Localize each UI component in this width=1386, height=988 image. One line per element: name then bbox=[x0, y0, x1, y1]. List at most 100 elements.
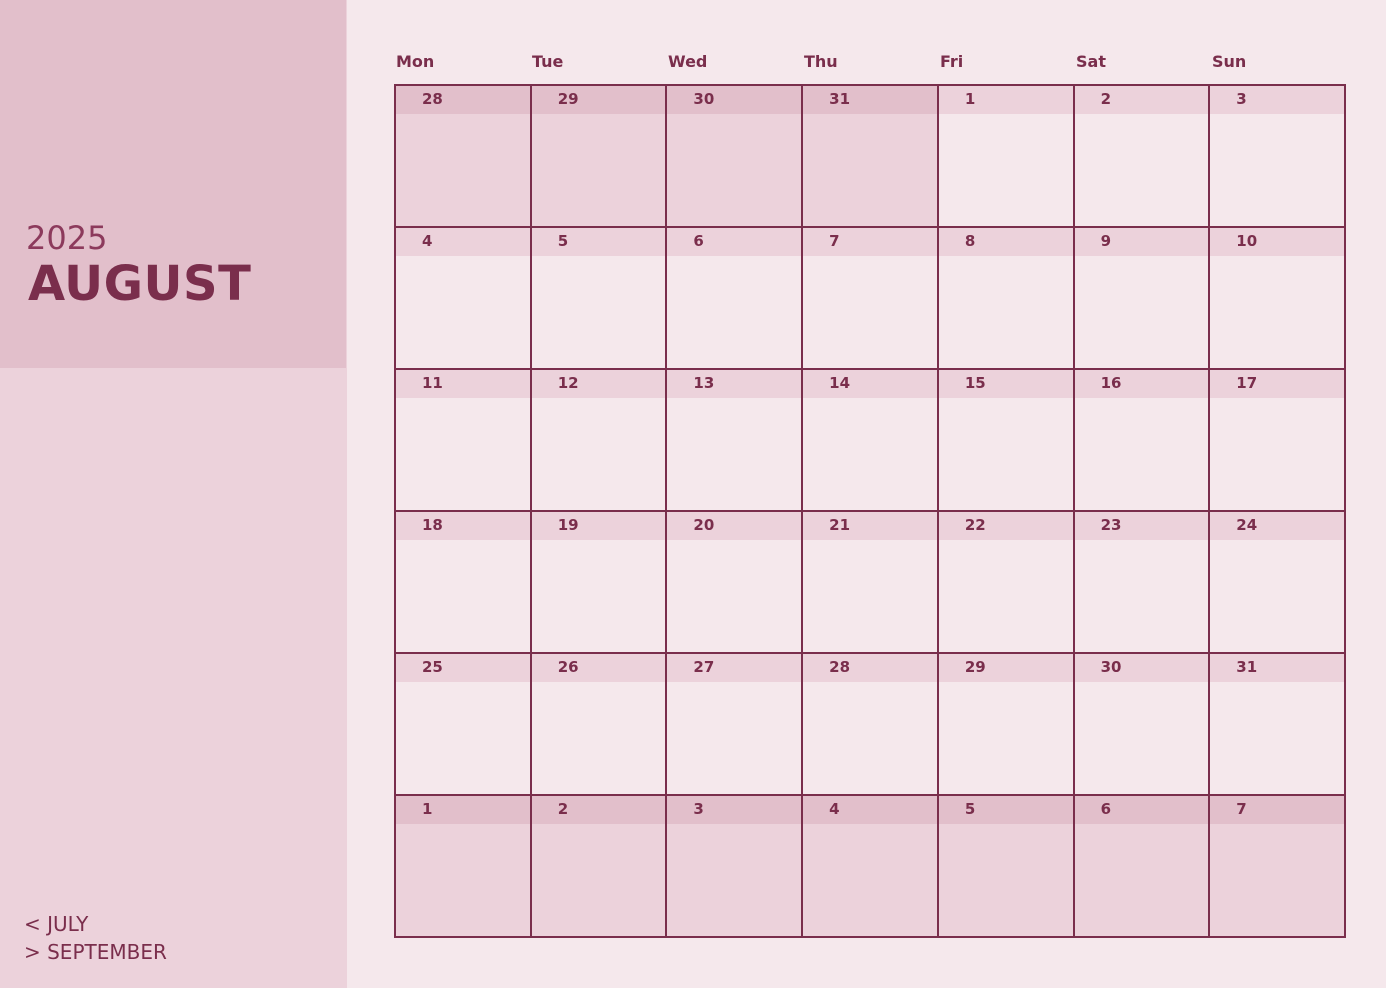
day-cell[interactable]: 29 bbox=[531, 86, 668, 228]
day-cell[interactable]: 31 bbox=[803, 86, 939, 228]
day-cell[interactable]: 3 bbox=[667, 796, 804, 938]
day-header-band: 1 bbox=[396, 796, 530, 824]
day-cell[interactable]: 12 bbox=[531, 370, 668, 512]
day-header-band: 25 bbox=[396, 654, 530, 682]
day-header-band: 22 bbox=[938, 512, 1073, 540]
day-cell[interactable]: 17 bbox=[1210, 370, 1346, 512]
day-number: 3 bbox=[693, 800, 704, 818]
day-cell[interactable]: 7 bbox=[1210, 796, 1346, 938]
month-title: AUGUST bbox=[28, 256, 252, 312]
day-number: 2 bbox=[1100, 90, 1111, 108]
day-cell[interactable]: 9 bbox=[1074, 228, 1211, 370]
day-number: 5 bbox=[557, 232, 569, 250]
day-header-band: 6 bbox=[1074, 796, 1209, 824]
day-cell[interactable]: 11 bbox=[396, 370, 532, 512]
day-number: 27 bbox=[693, 658, 715, 676]
day-cell[interactable]: 4 bbox=[396, 228, 532, 370]
day-number: 1 bbox=[964, 90, 976, 108]
day-number: 10 bbox=[1236, 232, 1258, 250]
day-header-band: 12 bbox=[531, 370, 666, 398]
day-cell[interactable]: 31 bbox=[1210, 654, 1346, 796]
day-header-band: 4 bbox=[396, 228, 530, 256]
day-cell[interactable]: 19 bbox=[531, 512, 668, 654]
day-cell[interactable]: 25 bbox=[396, 654, 532, 796]
calendar-grid: 28 29 30 31 1 2 3 4 5 6 7 8 9 10 11 12 13 14 15 16 17 18 19 20 2… bbox=[394, 84, 1346, 938]
day-header-band: 2 bbox=[1074, 86, 1209, 114]
day-header-band: 31 bbox=[803, 86, 937, 114]
day-number: 7 bbox=[829, 232, 840, 250]
day-cell[interactable]: 4 bbox=[803, 796, 939, 938]
day-cell[interactable]: 13 bbox=[667, 370, 804, 512]
day-header-band: 20 bbox=[667, 512, 802, 540]
day-header-band: 9 bbox=[1074, 228, 1209, 256]
day-number: 30 bbox=[693, 90, 715, 108]
day-cell[interactable]: 8 bbox=[938, 228, 1075, 370]
day-cell[interactable]: 5 bbox=[938, 796, 1075, 938]
sidebar: 2025 AUGUST < JULY > SEPTEMBER bbox=[0, 0, 347, 988]
day-number: 19 bbox=[557, 516, 579, 534]
day-number: 6 bbox=[693, 232, 704, 250]
day-cell[interactable]: 29 bbox=[938, 654, 1075, 796]
day-cell[interactable]: 5 bbox=[531, 228, 668, 370]
day-number: 28 bbox=[422, 90, 443, 108]
day-cell[interactable]: 20 bbox=[667, 512, 804, 654]
day-cell[interactable]: 26 bbox=[531, 654, 668, 796]
next-month-link[interactable]: > SEPTEMBER bbox=[24, 942, 167, 962]
day-cell[interactable]: 2 bbox=[531, 796, 668, 938]
day-number: 6 bbox=[1100, 800, 1111, 818]
day-header-band: 10 bbox=[1210, 228, 1344, 256]
day-header-band: 28 bbox=[803, 654, 937, 682]
day-cell[interactable]: 27 bbox=[667, 654, 804, 796]
day-cell[interactable]: 30 bbox=[667, 86, 804, 228]
day-number: 15 bbox=[964, 374, 986, 392]
day-header-band: 29 bbox=[938, 654, 1073, 682]
day-cell[interactable]: 6 bbox=[667, 228, 804, 370]
day-number: 21 bbox=[829, 516, 851, 534]
weekday-fri: Fri bbox=[940, 52, 964, 71]
day-number: 17 bbox=[1236, 374, 1258, 392]
day-header-band: 16 bbox=[1074, 370, 1209, 398]
day-cell[interactable]: 22 bbox=[938, 512, 1075, 654]
day-number: 31 bbox=[1236, 658, 1258, 676]
day-header-band: 5 bbox=[531, 228, 666, 256]
day-header-band: 30 bbox=[667, 86, 802, 114]
day-header-band: 2 bbox=[531, 796, 666, 824]
day-cell[interactable]: 28 bbox=[803, 654, 939, 796]
weekday-thu: Thu bbox=[804, 52, 838, 71]
month-header-panel: 2025 AUGUST bbox=[0, 0, 346, 368]
day-number: 13 bbox=[693, 374, 715, 392]
day-header-band: 27 bbox=[667, 654, 802, 682]
day-cell[interactable]: 15 bbox=[938, 370, 1075, 512]
day-number: 24 bbox=[1236, 516, 1258, 534]
day-header-band: 15 bbox=[938, 370, 1073, 398]
day-cell[interactable]: 1 bbox=[938, 86, 1075, 228]
day-header-band: 14 bbox=[803, 370, 937, 398]
day-cell[interactable]: 1 bbox=[396, 796, 532, 938]
day-cell[interactable]: 7 bbox=[803, 228, 939, 370]
day-header-band: 6 bbox=[667, 228, 802, 256]
day-cell[interactable]: 28 bbox=[396, 86, 532, 228]
prev-month-link[interactable]: < JULY bbox=[24, 914, 88, 934]
day-cell[interactable]: 16 bbox=[1074, 370, 1211, 512]
day-number: 2 bbox=[557, 800, 569, 818]
day-cell[interactable]: 10 bbox=[1210, 228, 1346, 370]
day-number: 29 bbox=[964, 658, 986, 676]
day-number: 5 bbox=[964, 800, 976, 818]
day-number: 26 bbox=[557, 658, 579, 676]
weekday-sun: Sun bbox=[1212, 52, 1247, 71]
day-cell[interactable]: 23 bbox=[1074, 512, 1211, 654]
day-cell[interactable]: 24 bbox=[1210, 512, 1346, 654]
day-header-band: 13 bbox=[667, 370, 802, 398]
day-header-band: 24 bbox=[1210, 512, 1344, 540]
day-cell[interactable]: 3 bbox=[1210, 86, 1346, 228]
day-header-band: 7 bbox=[803, 228, 937, 256]
day-cell[interactable]: 18 bbox=[396, 512, 532, 654]
day-cell[interactable]: 21 bbox=[803, 512, 939, 654]
day-cell[interactable]: 30 bbox=[1074, 654, 1211, 796]
day-header-band: 7 bbox=[1210, 796, 1344, 824]
weekday-mon: Mon bbox=[396, 52, 435, 71]
day-cell[interactable]: 6 bbox=[1074, 796, 1211, 938]
day-cell[interactable]: 14 bbox=[803, 370, 939, 512]
day-cell[interactable]: 2 bbox=[1074, 86, 1211, 228]
day-header-band: 3 bbox=[1210, 86, 1344, 114]
